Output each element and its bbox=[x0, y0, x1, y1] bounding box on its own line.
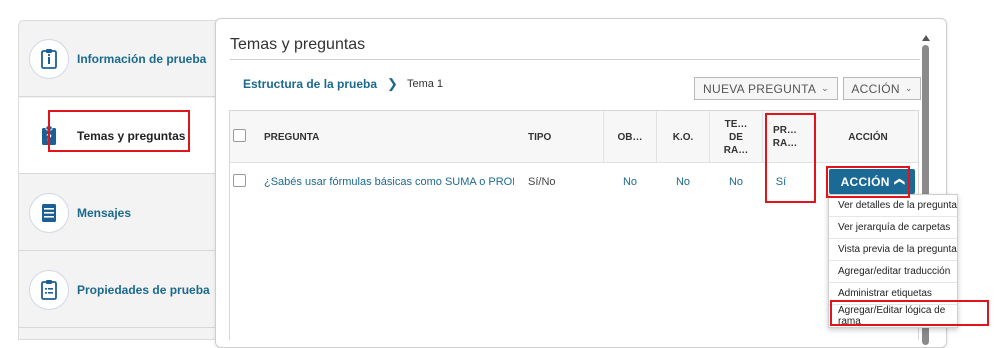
menu-item-branch-logic[interactable]: Agregar/Editar lógica de rama bbox=[829, 305, 957, 327]
header-te-line3: RA… bbox=[723, 144, 749, 156]
cell-ob: No bbox=[622, 176, 638, 188]
header-type[interactable]: TIPO bbox=[528, 111, 588, 163]
chevron-right-icon: ❯ bbox=[387, 76, 398, 91]
header-pr-line1: PR… bbox=[773, 125, 797, 136]
new-question-button[interactable]: NUEVA PREGUNTA ⌄ bbox=[694, 77, 838, 100]
header-pr-lines: PR… RA… bbox=[773, 124, 797, 150]
menu-item-view-folder-hierarchy[interactable]: Ver jerarquía de carpetas bbox=[829, 217, 957, 239]
row-checkbox[interactable] bbox=[233, 174, 246, 187]
question-type: Sí/No bbox=[528, 176, 556, 188]
new-question-label: NUEVA PREGUNTA bbox=[703, 81, 817, 96]
menu-item-preview-question[interactable]: Vista previa de la pregunta bbox=[829, 239, 957, 261]
action-dropdown-label: ACCIÓN bbox=[851, 81, 900, 96]
nav-item-test-properties[interactable]: Propiedades de prueba bbox=[19, 252, 216, 328]
header-te[interactable]: TE… DE RA… bbox=[710, 111, 762, 163]
question-text-link[interactable]: ¿Sabés usar fórmulas básicas como SUMA o… bbox=[264, 176, 514, 188]
header-te-line2: DE bbox=[729, 131, 743, 143]
scroll-up-arrow-icon[interactable] bbox=[922, 35, 930, 41]
header-pr[interactable]: PR… RA… bbox=[763, 111, 807, 163]
header-question[interactable]: PREGUNTA bbox=[264, 111, 504, 163]
select-all-checkbox[interactable] bbox=[233, 129, 246, 142]
row-action-label: ACCIÓN bbox=[840, 174, 890, 189]
nav-item-test-info[interactable]: Información de prueba bbox=[19, 21, 216, 97]
message-icon bbox=[29, 192, 69, 233]
title-divider bbox=[230, 59, 920, 60]
menu-item-view-details[interactable]: Ver detalles de la pregunta bbox=[829, 195, 957, 217]
cell-ko: No bbox=[675, 176, 691, 188]
header-ko[interactable]: K.O. bbox=[657, 111, 709, 163]
svg-text:?: ? bbox=[46, 133, 52, 144]
clipboard-question-icon: ? bbox=[29, 115, 69, 156]
chevron-down-icon: ⌄ bbox=[904, 83, 913, 93]
table-header: PREGUNTA TIPO OB… K.O. TE… DE RA… PR… RA… bbox=[230, 111, 918, 163]
header-action: ACCIÓN bbox=[848, 131, 888, 143]
cell-pr: Sí bbox=[775, 176, 787, 188]
row-action-button[interactable]: ACCIÓN ❯ bbox=[829, 169, 915, 194]
menu-item-edit-translation[interactable]: Agregar/editar traducción bbox=[829, 261, 957, 283]
nav-item-topics-questions[interactable]: ? Temas y preguntas bbox=[19, 98, 216, 174]
nav-label-test-properties: Propiedades de prueba bbox=[77, 282, 210, 297]
header-pr-line2: RA… bbox=[772, 138, 798, 149]
nav-label-test-info: Información de prueba bbox=[77, 51, 207, 66]
test-settings-nav: Información de prueba ? Temas y pregunta… bbox=[18, 20, 216, 340]
chevron-down-icon: ⌄ bbox=[821, 83, 829, 93]
cell-te: No bbox=[728, 176, 744, 188]
questions-table: PREGUNTA TIPO OB… K.O. TE… DE RA… PR… RA… bbox=[229, 110, 919, 340]
breadcrumb-current: Tema 1 bbox=[406, 78, 444, 90]
page-title: Temas y preguntas bbox=[230, 36, 366, 53]
action-dropdown-button[interactable]: ACCIÓN ⌄ bbox=[843, 77, 921, 100]
nav-item-messages[interactable]: Mensajes bbox=[19, 175, 216, 251]
breadcrumb-link-structure[interactable]: Estructura de la prueba bbox=[243, 77, 377, 91]
breadcrumb: Estructura de la prueba ❯ Tema 1 bbox=[243, 76, 443, 92]
info-icon bbox=[29, 38, 69, 79]
menu-item-manage-tags[interactable]: Administrar etiquetas bbox=[829, 283, 957, 305]
header-te-line1: TE… bbox=[724, 118, 748, 130]
header-te-lines: TE… DE RA… bbox=[724, 118, 748, 157]
nav-label-messages: Mensajes bbox=[77, 205, 132, 220]
header-ob[interactable]: OB… bbox=[604, 111, 656, 163]
nav-label-topics-questions: Temas y preguntas bbox=[77, 128, 186, 143]
document-list-icon bbox=[29, 269, 69, 310]
action-menu: Ver detalles de la pregunta Ver jerarquí… bbox=[828, 194, 958, 328]
chevron-up-icon: ❯ bbox=[893, 177, 905, 186]
